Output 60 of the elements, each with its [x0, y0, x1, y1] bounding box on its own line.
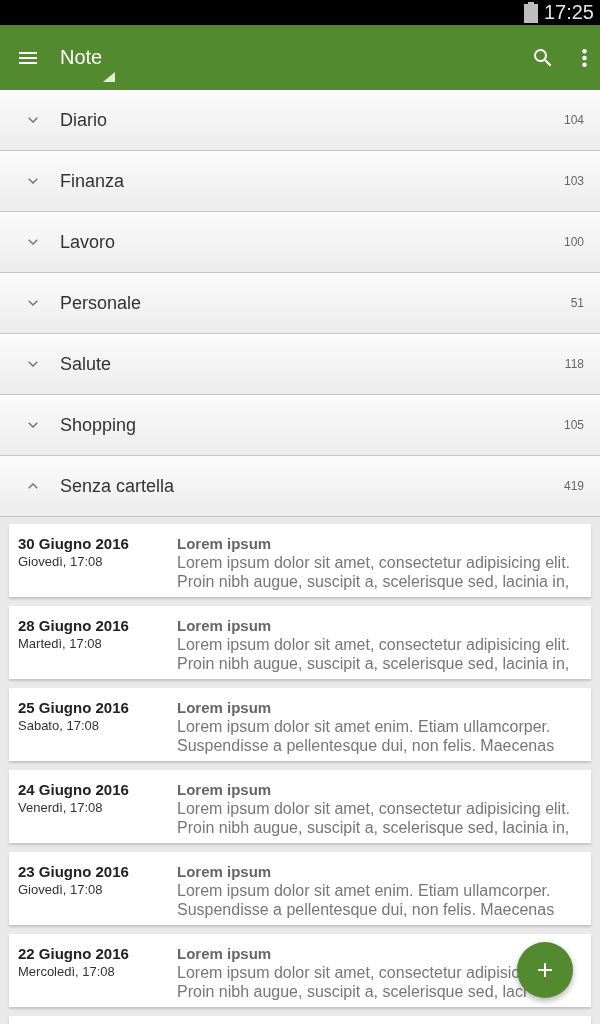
note-card[interactable]: 22 Giugno 2016 Mercoledì, 17:08 Lorem ipsum Lorem ipsum dolor sit amet, consectetur adipisic Proin nibh augue, suscipit a, scelerisque sed, laci: [9, 934, 591, 1007]
note-title: Lorem ipsum: [177, 944, 272, 963]
title-dropdown[interactable]: Note: [60, 44, 116, 84]
note-preview: Lorem ipsum dolor sit amet, consectetur adipisicing elit. Proin nibh augue, suscipit a, scelerisque sed, lacinia in,: [177, 799, 571, 837]
note-preview: Lorem ipsum dolor sit amet, consectetur adipisicing elit. Proin nibh augue, suscipit a, scelerisque sed, lacinia in,: [177, 635, 571, 673]
note-title: Lorem ipsum: [177, 616, 272, 635]
folder-row[interactable]: Salute 118: [0, 334, 600, 395]
note-date: 24 Giugno 2016: [18, 780, 129, 799]
folder-row[interactable]: Lavoro 100: [0, 212, 600, 273]
folder-name: Personale: [60, 292, 143, 314]
folder-row[interactable]: Personale 51: [0, 273, 600, 334]
note-card[interactable]: 28 Giugno 2016 Martedì, 17:08 Lorem ipsum Lorem ipsum dolor sit amet, consectetur adipisicing elit. Proin nibh augue, suscipit a, scelerisque sed, lacinia in,: [9, 606, 591, 679]
search-icon: [534, 48, 552, 67]
note-preview: Lorem ipsum dolor sit amet enim. Etiam ullamcorper. Suspendisse a pellentesque dui, non felis. Maecenas: [177, 717, 555, 755]
note-preview: Lorem ipsum dolor sit amet, consectetur adipisicing elit. Proin nibh augue, suscipit a, scelerisque sed, lacinia in,: [177, 553, 571, 591]
note-day-time: Martedì, 17:08: [18, 635, 102, 653]
note-date: 23 Giugno 2016: [18, 862, 129, 881]
note-day-time: Mercoledì, 17:08: [18, 963, 115, 981]
note-preview: Lorem ipsum dolor sit amet, consectetur adipisic Proin nibh augue, suscipit a, scelerisque sed, laci: [177, 963, 527, 1001]
folder-row[interactable]: Finanza 103: [0, 151, 600, 212]
note-card[interactable]: 25 Giugno 2016 Sabato, 17:08 Lorem ipsum Lorem ipsum dolor sit amet enim. Etiam ullamcorper. Suspendisse a pellentesque dui, non felis. Maecenas: [9, 688, 591, 761]
folder-name: Diario: [60, 109, 108, 131]
folder-count: 51: [570, 296, 584, 310]
folder-count: 419: [563, 479, 584, 493]
note-date: 22 Giugno 2016: [18, 944, 129, 963]
menu-button[interactable]: [19, 51, 37, 64]
note-card[interactable]: 24 Giugno 2016 Venerdì, 17:08 Lorem ipsum Lorem ipsum dolor sit amet, consectetur adipisicing elit. Proin nibh augue, suscipit a, scelerisque sed, lacinia in,: [9, 770, 591, 843]
plus-icon: [538, 963, 552, 977]
note-date: 28 Giugno 2016: [18, 616, 129, 635]
dropdown-corner-icon: [103, 72, 116, 82]
note-day-time: Venerdì, 17:08: [18, 799, 103, 817]
note-date: 30 Giugno 2016: [18, 534, 129, 553]
folder-row[interactable]: Senza cartella 419: [0, 456, 600, 517]
folder-count: 118: [564, 357, 584, 371]
note-title: Lorem ipsum: [177, 862, 272, 881]
folder-name: Finanza: [60, 170, 126, 192]
battery-icon: [523, 2, 538, 23]
note-card[interactable]: 23 Giugno 2016 Giovedì, 17:08 Lorem ipsum Lorem ipsum dolor sit amet enim. Etiam ullamcorper. Suspendisse a pellentesque dui, non felis. Maecenas: [9, 852, 591, 925]
note-title: Lorem ipsum: [177, 534, 272, 553]
folder-name: Senza cartella: [60, 475, 176, 497]
folder-count: 103: [563, 174, 584, 188]
note-date: 25 Giugno 2016: [18, 698, 129, 717]
note-title: Lorem ipsum: [177, 780, 272, 799]
folder-count: 105: [563, 418, 584, 432]
note-preview: Lorem ipsum dolor sit amet enim. Etiam ullamcorper. Suspendisse a pellentesque dui, non felis. Maecenas: [177, 881, 555, 919]
folder-name: Salute: [60, 353, 113, 375]
folder-row[interactable]: Diario 104: [0, 90, 600, 151]
menu-icon: [19, 51, 37, 64]
note-card[interactable]: 30 Giugno 2016 Giovedì, 17:08 Lorem ipsum Lorem ipsum dolor sit amet, consectetur adipisicing elit. Proin nibh augue, suscipit a, scelerisque sed, lacinia in,: [9, 524, 591, 597]
note-title: Lorem ipsum: [177, 698, 272, 717]
note-day-time: Giovedì, 17:08: [18, 553, 103, 571]
folder-name: Lavoro: [60, 231, 117, 253]
more-icon: [582, 48, 587, 67]
note-day-time: Sabato, 17:08: [18, 717, 99, 735]
folder-count: 100: [563, 235, 584, 249]
status-time: 17:25: [543, 0, 594, 25]
folder-row[interactable]: Shopping 105: [0, 395, 600, 456]
folder-name: Shopping: [60, 414, 138, 436]
note-day-time: Giovedì, 17:08: [18, 881, 103, 899]
folder-count: 104: [563, 113, 584, 127]
